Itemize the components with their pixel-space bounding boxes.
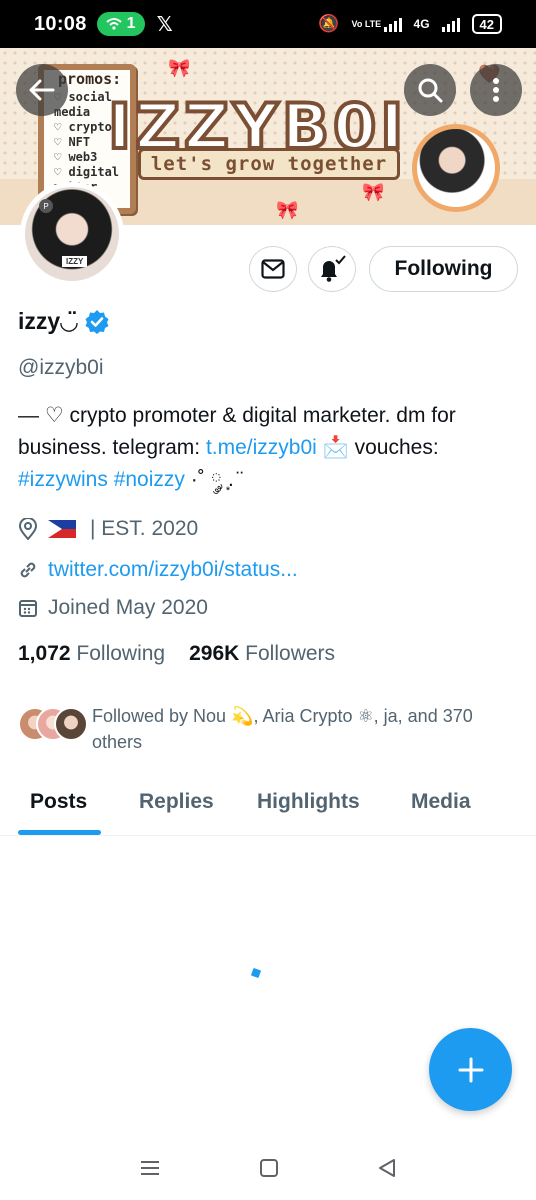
status-right: 🔕 Vo LTE 4G 42	[318, 14, 518, 34]
recent-apps-icon[interactable]	[139, 1159, 161, 1177]
envelope-icon	[261, 259, 285, 279]
signal-icon	[383, 16, 402, 32]
bow-icon: 🎀	[168, 58, 191, 78]
follower-avatars	[18, 707, 88, 747]
wifi-icon	[106, 18, 122, 30]
profile-tabs: Posts Replies Highlights Media	[0, 772, 536, 836]
search-button[interactable]	[404, 64, 456, 116]
search-icon	[418, 78, 443, 103]
mute-bell-icon: 🔕	[318, 14, 340, 33]
website-link[interactable]: twitter.com/izzyb0i/status...	[48, 558, 298, 582]
network-4g-label: 4G	[413, 17, 430, 31]
following-stat[interactable]: 1,072 Following	[18, 642, 165, 666]
home-icon[interactable]	[259, 1158, 279, 1178]
followers-stat[interactable]: 296K Followers	[189, 642, 335, 666]
back-arrow-icon	[29, 79, 55, 101]
system-navigation-bar	[0, 1136, 536, 1200]
battery-icon: 42	[471, 14, 502, 34]
location-pin-icon	[18, 518, 38, 540]
followed-by-row[interactable]: Followed by Nou 💫, Aria Crypto ⚛, ja, an…	[18, 703, 518, 755]
bio: — ♡ crypto promoter & digital marketer. …	[18, 404, 456, 491]
hotspot-count: 1	[126, 15, 136, 32]
x-app-icon: 𝕏	[156, 13, 173, 36]
plus-icon	[458, 1057, 483, 1082]
active-tab-indicator	[18, 830, 101, 835]
location-row: | EST. 2020	[18, 517, 198, 541]
loading-spinner	[250, 967, 262, 979]
bow-icon: 🎀	[276, 200, 299, 220]
tab-posts[interactable]: Posts	[30, 790, 87, 814]
more-options-button[interactable]	[470, 64, 522, 116]
website-row: twitter.com/izzyb0i/status...	[18, 558, 298, 582]
avatar	[54, 707, 88, 741]
status-bar: 10:08 1 𝕏 🔕 Vo LTE 4G 42	[0, 0, 536, 48]
follow-stats: 1,072 Following 296K Followers	[18, 642, 335, 666]
following-button[interactable]: Following	[369, 246, 518, 292]
tab-media[interactable]: Media	[411, 790, 471, 814]
more-vertical-icon	[493, 78, 499, 102]
status-time: 10:08	[34, 12, 87, 35]
avatar-badge: P	[39, 199, 53, 213]
joined-row: Joined May 2020	[18, 596, 208, 620]
display-name: izzy◡̈	[18, 308, 78, 334]
volte-label: Vo LTE	[351, 18, 382, 29]
verified-badge-icon[interactable]	[84, 309, 110, 335]
philippines-flag-icon	[48, 520, 76, 538]
joined-text: Joined May 2020	[48, 596, 208, 619]
hashtag-link[interactable]: #noizzy	[114, 468, 185, 491]
notifications-button[interactable]	[308, 246, 356, 292]
handle: @izzyb0i	[18, 356, 104, 379]
followed-by-text: Followed by Nou 💫, Aria Crypto ⚛, ja, an…	[92, 706, 473, 752]
profile-name-row: izzy◡̈	[18, 308, 110, 335]
hotspot-badge: 1	[96, 12, 145, 36]
calendar-icon	[19, 600, 37, 617]
banner-photo	[412, 124, 500, 212]
tab-highlights[interactable]: Highlights	[257, 790, 360, 814]
telegram-link[interactable]: t.me/izzyb0i	[206, 436, 317, 459]
signal-icon-2	[441, 16, 460, 32]
compose-post-button[interactable]	[429, 1028, 512, 1111]
link-icon	[20, 562, 36, 578]
message-button[interactable]	[249, 246, 297, 292]
avatar-tag: IZZY	[62, 256, 88, 267]
back-nav-icon[interactable]	[377, 1158, 397, 1178]
avatar[interactable]: P IZZY	[20, 182, 124, 286]
back-button[interactable]	[16, 64, 68, 116]
bow-icon: 🎀	[362, 182, 385, 202]
location-text: | EST. 2020	[90, 517, 199, 540]
hashtag-link[interactable]: #izzywins	[18, 468, 108, 491]
bell-check-icon	[321, 255, 346, 282]
tab-replies[interactable]: Replies	[139, 790, 214, 814]
banner-subtitle: let's grow together	[138, 148, 400, 180]
